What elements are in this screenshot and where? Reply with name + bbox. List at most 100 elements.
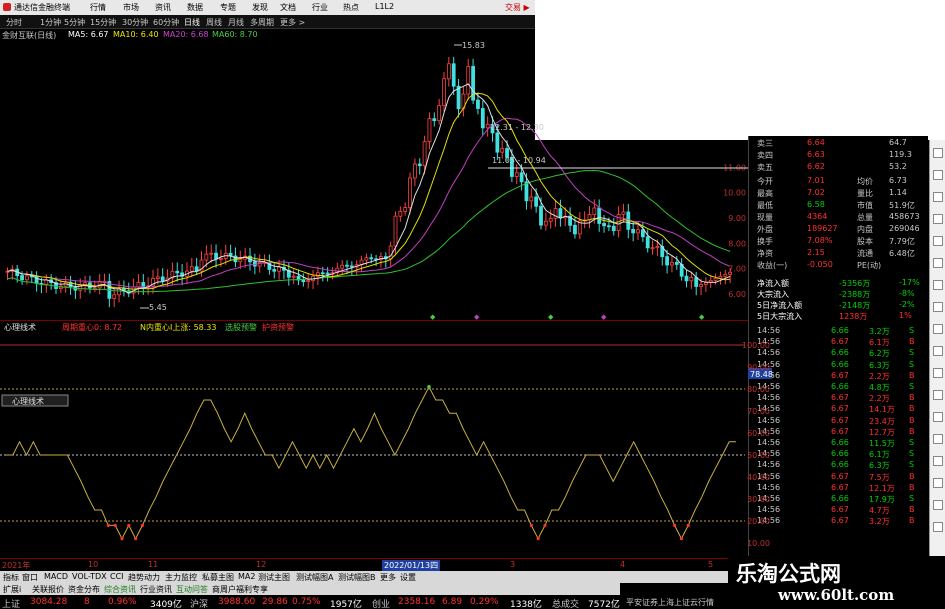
tool-icon[interactable] bbox=[933, 434, 943, 444]
candle bbox=[640, 229, 645, 238]
tab-settings[interactable]: 设置 bbox=[400, 572, 416, 583]
tab-window[interactable]: 窗口 bbox=[22, 572, 38, 583]
menu-quotes[interactable]: 行情 bbox=[90, 2, 106, 13]
tick-side: B bbox=[909, 415, 915, 425]
indicator-label-a: 周期重心0: 8.72 bbox=[62, 323, 123, 332]
menu-news[interactable]: 资讯 bbox=[155, 2, 171, 13]
signal-marker: ◆ bbox=[699, 313, 705, 320]
tool-icon[interactable] bbox=[933, 280, 943, 290]
menu-topics[interactable]: 专题 bbox=[220, 2, 236, 13]
tool-icon[interactable] bbox=[933, 302, 943, 312]
date-label: 3 bbox=[510, 560, 516, 569]
period-weekly[interactable]: 周线 bbox=[206, 17, 222, 28]
period-5min[interactable]: 5分钟 bbox=[64, 17, 85, 28]
period-multi[interactable]: 多周期 bbox=[250, 17, 274, 28]
quote-price: 4364 bbox=[807, 212, 828, 221]
indicator-header: 心理线术 周期重心0: 8.72 N内重心Ⅰ上涨: 58.33 选股预警 护资预… bbox=[0, 320, 748, 332]
tool-icon[interactable] bbox=[933, 192, 943, 202]
tab-macd[interactable]: MACD bbox=[44, 572, 68, 581]
tab-welfare[interactable]: 商周户福利专享 bbox=[212, 584, 268, 595]
tool-icon[interactable] bbox=[933, 214, 943, 224]
tool-icon[interactable] bbox=[933, 346, 943, 356]
indicator-name[interactable]: 心理线术 bbox=[4, 322, 36, 333]
flow-value: 1238万 bbox=[839, 312, 868, 321]
tab-indicator[interactable]: 指标 bbox=[3, 572, 19, 583]
quote-volume: 269046 bbox=[889, 224, 920, 233]
tool-icon[interactable] bbox=[933, 148, 943, 158]
tool-icon[interactable] bbox=[933, 500, 943, 510]
tab-composite-news[interactable]: 综合资讯 bbox=[104, 584, 136, 595]
date-label-current: 2022/01/13四 bbox=[382, 560, 441, 571]
quote-panel: 卖三 6.64 64.7 卖四 6.63 119.3 卖五 6.62 53.2 今开 7.01 均价 6… bbox=[748, 136, 928, 576]
candle bbox=[398, 210, 403, 217]
tab-industry-news[interactable]: 行业资讯 bbox=[140, 584, 172, 595]
tool-icon[interactable] bbox=[933, 324, 943, 334]
tab-ma2[interactable]: MA2 bbox=[238, 572, 255, 581]
index-sz-label[interactable]: 沪深 bbox=[190, 597, 208, 609]
index-sh-amount: 3409亿 bbox=[150, 600, 182, 609]
index-cy-value: 2358.16 bbox=[398, 597, 436, 607]
tab-qa[interactable]: 互动问答 bbox=[176, 584, 208, 595]
app-logo-icon bbox=[3, 3, 11, 11]
quote-label: 卖五 bbox=[757, 163, 773, 172]
indicator-y-tick: 90.00 bbox=[747, 363, 770, 372]
period-more[interactable]: 更多 > bbox=[280, 17, 305, 28]
tool-icon[interactable] bbox=[933, 456, 943, 466]
menu-data[interactable]: 数据 bbox=[187, 2, 203, 13]
index-sh-label[interactable]: 上证 bbox=[2, 597, 20, 609]
tab-related-quotes[interactable]: 关联报价 bbox=[32, 584, 64, 595]
candle bbox=[437, 105, 442, 122]
tool-icon[interactable] bbox=[933, 390, 943, 400]
tab-private-main[interactable]: 私募主图 bbox=[202, 572, 234, 583]
quote-row: 最高 7.02 量比 1.14 bbox=[749, 188, 929, 199]
indicator-marks bbox=[106, 385, 690, 541]
tool-icon[interactable] bbox=[933, 236, 943, 246]
tab-main-monitor[interactable]: 主力监控 bbox=[165, 572, 197, 583]
period-daily[interactable]: 日线 bbox=[184, 17, 200, 28]
tab-test-main[interactable]: 测试主图 bbox=[258, 572, 290, 583]
period-60min[interactable]: 60分钟 bbox=[153, 17, 179, 28]
tab-fund-distribution[interactable]: 资金分布 bbox=[68, 584, 100, 595]
tab-vol-tdx[interactable]: VOL-TDX bbox=[72, 572, 107, 581]
tab-extend[interactable]: 扩展ⅰ bbox=[3, 584, 21, 595]
tool-icon[interactable] bbox=[933, 258, 943, 268]
period-tick[interactable]: 分时 bbox=[6, 17, 22, 28]
indicator-chart[interactable]: 心理线术 78.48 100.0090.0080.0070.0060.0050.… bbox=[0, 333, 775, 558]
tool-icon[interactable] bbox=[933, 170, 943, 180]
period-15min[interactable]: 15分钟 bbox=[90, 17, 116, 28]
tool-icon[interactable] bbox=[933, 478, 943, 488]
candle bbox=[665, 256, 669, 266]
flow-value: -5356万 bbox=[839, 279, 871, 288]
trade-button[interactable]: 交易 ▶ bbox=[505, 2, 530, 13]
indicator-y-tick: 100.00 bbox=[742, 341, 770, 350]
menu-l1l2[interactable]: L1L2 bbox=[375, 2, 394, 11]
high-annotation: 15.83 bbox=[462, 41, 485, 50]
tab-test-sub-b[interactable]: 测试幅图B bbox=[338, 572, 376, 583]
tool-icon[interactable] bbox=[933, 522, 943, 532]
menu-industry[interactable]: 行业 bbox=[312, 2, 328, 13]
tool-icon[interactable] bbox=[933, 412, 943, 422]
tab-cci[interactable]: CCI bbox=[110, 572, 124, 581]
menu-docs[interactable]: 文档 bbox=[280, 2, 296, 13]
tick-price: 6.67 bbox=[831, 482, 849, 492]
quote-price: 6.58 bbox=[807, 200, 825, 209]
indicator-y-tick: 20.00 bbox=[747, 517, 770, 526]
period-monthly[interactable]: 月线 bbox=[228, 17, 244, 28]
kline-chart[interactable]: 11.0010.009.008.007.006.00 15.83 5.45 12… bbox=[0, 40, 748, 320]
candle bbox=[602, 223, 606, 227]
tab-more[interactable]: 更多 bbox=[380, 572, 396, 583]
date-label: 2021年 bbox=[2, 561, 31, 570]
candle bbox=[451, 63, 456, 87]
menu-discover[interactable]: 发现 bbox=[252, 2, 268, 13]
period-30min[interactable]: 30分钟 bbox=[122, 17, 148, 28]
candle bbox=[218, 258, 223, 260]
tab-trend-power[interactable]: 趋势动力 bbox=[128, 572, 160, 583]
signal-marker: ◆ bbox=[601, 313, 607, 320]
index-cy-label[interactable]: 创业 bbox=[372, 597, 390, 609]
menu-market[interactable]: 市场 bbox=[123, 2, 139, 13]
menu-hotspot[interactable]: 热点 bbox=[343, 2, 359, 13]
period-1min[interactable]: 1分钟 bbox=[40, 17, 61, 28]
tool-icon[interactable] bbox=[933, 368, 943, 378]
tab-test-sub-a[interactable]: 测试幅图A bbox=[296, 572, 333, 583]
tick-side: S bbox=[909, 438, 915, 447]
